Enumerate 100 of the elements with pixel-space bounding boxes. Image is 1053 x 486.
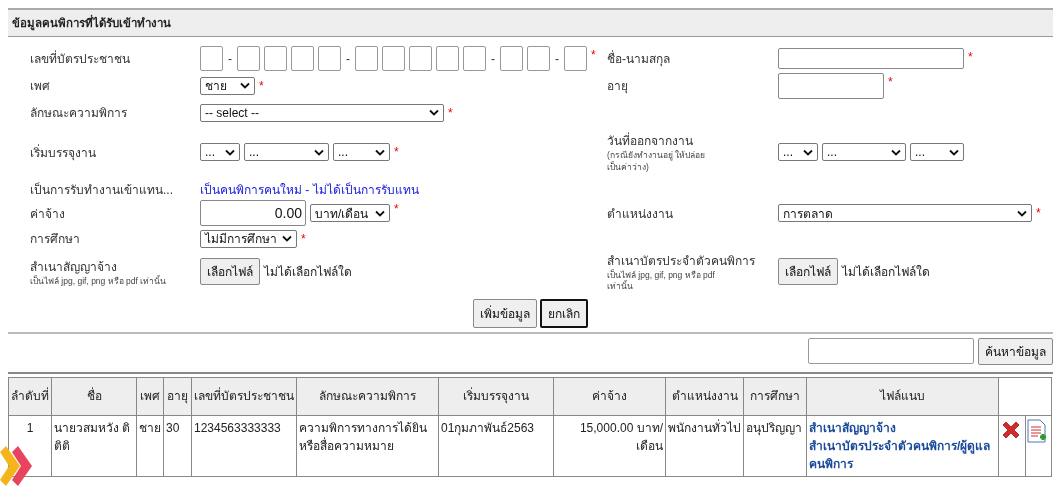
input-field[interactable]: [778, 48, 964, 69]
caret-icon: [375, 209, 385, 217]
caret-icon: [891, 148, 901, 156]
field-label: ชื่อ-นามสกุล: [607, 49, 671, 68]
field-label: วันที่ออกจากงาน: [607, 131, 694, 150]
digit-field[interactable]: [527, 46, 550, 71]
field-label: สำเนาบัตรประจำตัวคนพิการ: [607, 253, 756, 269]
required-mark: *: [1036, 206, 1041, 220]
digit-field[interactable]: [264, 46, 287, 71]
caret-icon: [429, 109, 439, 116]
field-note: เป็นไฟล์ jpg, gif, png หรือ pdf เท่านั้น: [30, 275, 168, 288]
replacement-link[interactable]: เป็นคนพิการคนใหม่ - ไม่ได้เป็นการรับแทน: [200, 179, 419, 199]
table-cell: 01กุมภาพันธ์2563: [438, 415, 554, 477]
separator: -: [490, 51, 496, 66]
digit-field[interactable]: [409, 46, 432, 71]
dropdown[interactable]: ...: [200, 143, 240, 161]
column-header: ตำแหน่งงาน: [665, 377, 744, 416]
field-label: ตำแหน่งงาน: [607, 205, 674, 223]
field-label: เริ่มบรรจุงาน: [30, 143, 97, 162]
table-cell: ชาย: [136, 415, 164, 477]
search-button[interactable]: ค้นหาข้อมูล: [978, 337, 1053, 365]
digit-field[interactable]: [237, 46, 260, 71]
field-label: ค่าจ้าง: [30, 205, 66, 223]
dropdown[interactable]: ...: [822, 143, 906, 161]
digit-field[interactable]: [564, 46, 587, 71]
caret-icon: [949, 148, 959, 156]
column-header: ชื่อ: [51, 377, 137, 416]
field-label: สำเนาสัญญาจ้าง: [30, 258, 118, 275]
search-field[interactable]: [808, 337, 974, 364]
separator: -: [554, 51, 560, 66]
dropdown[interactable]: ไม่มีการศึกษา: [200, 229, 297, 248]
column-header: ลำดับที่: [8, 377, 52, 416]
separator: -: [345, 51, 351, 66]
digit-field[interactable]: [291, 46, 314, 71]
section-title: ข้อมูลคนพิการที่ได้รับเข้าทำงาน: [8, 10, 1053, 37]
field-label: เลขที่บัตรประชาชน: [30, 49, 131, 68]
file-status: ไม่ได้เลือกไฟล์ใด: [842, 264, 930, 282]
table-cell: อนุปริญญา: [743, 415, 807, 477]
required-mark: *: [394, 145, 399, 159]
column-header: เริ่มบรรจุงาน: [438, 377, 554, 416]
dropdown[interactable]: ชาย: [200, 76, 255, 95]
table-cell: พนักงานทั่วไป: [665, 415, 744, 477]
separator: -: [227, 51, 233, 66]
digit-field[interactable]: [200, 46, 223, 71]
dropdown[interactable]: ...: [778, 143, 818, 161]
table-cell: 30: [163, 415, 192, 477]
table-cell: นายวสมหวัง ติติติ: [51, 415, 137, 477]
caret-icon: [314, 148, 324, 156]
input-field[interactable]: [778, 72, 884, 99]
field-label: เพศ: [30, 78, 51, 95]
dropdown[interactable]: ...: [910, 143, 964, 161]
attachment-link[interactable]: สำเนาสัญญาจ้าง: [809, 418, 996, 437]
digit-field[interactable]: [463, 46, 486, 71]
form-button[interactable]: ยกเลิก: [540, 298, 588, 328]
required-mark: *: [259, 78, 264, 93]
input-field[interactable]: 0.00: [200, 200, 306, 226]
column-header: เลขที่บัตรประชาชน: [191, 377, 297, 416]
table-cell: 1234563333333: [191, 415, 297, 477]
required-mark: *: [394, 202, 399, 216]
column-header: ไฟล์แนบ: [806, 377, 999, 416]
dropdown[interactable]: ...: [333, 143, 390, 161]
field-label: เป็นการรับทำงานเข้าแทน...: [30, 181, 174, 199]
table-cell: 15,000.00 บาท/เดือน: [553, 415, 666, 477]
field-note: (กรณียังทำงานอยู่ ให้ปล่อยเป็นค่าว่าง): [607, 150, 707, 173]
table-cell: ความพิการทางการได้ยินหรือสื่อความหมาย: [296, 415, 439, 477]
dropdown[interactable]: -- select --: [200, 103, 444, 122]
choose-file-button[interactable]: เลือกไฟล์: [778, 258, 838, 286]
add-document-icon[interactable]: [1027, 418, 1047, 445]
column-header: ค่าจ้าง: [553, 377, 666, 416]
caret-icon: [803, 148, 813, 156]
field-label: อายุ: [607, 78, 629, 95]
caret-icon: [282, 235, 292, 242]
required-mark: *: [888, 74, 893, 89]
column-header: เพศ: [136, 377, 164, 416]
digit-field[interactable]: [318, 46, 341, 71]
field-note: เป็นไฟล์ jpg, gif, png หรือ pdf เท่านั้น: [607, 270, 716, 293]
digit-field[interactable]: [382, 46, 405, 71]
dropdown[interactable]: การตลาด: [778, 204, 1032, 222]
digit-field[interactable]: [500, 46, 523, 71]
required-mark: *: [448, 105, 453, 120]
choose-file-button[interactable]: เลือกไฟล์: [200, 258, 260, 286]
required-mark: *: [591, 48, 596, 62]
required-mark: *: [301, 231, 306, 246]
column-header: ลักษณะความพิการ: [296, 377, 439, 416]
caret-icon: [225, 148, 235, 156]
caret-icon: [240, 82, 250, 89]
dropdown[interactable]: บาท/เดือน: [310, 204, 390, 222]
form-button[interactable]: เพิ่มข้อมูล: [473, 298, 537, 328]
required-mark: *: [968, 50, 973, 64]
caret-icon: [375, 148, 385, 156]
attachment-link[interactable]: สำเนาบัตรประจำตัวคนพิการ/ผู้ดูแลคนพิการ: [809, 436, 996, 473]
file-status: ไม่ได้เลือกไฟล์ใด: [264, 264, 352, 282]
digit-field[interactable]: [355, 46, 378, 71]
digit-field[interactable]: [436, 46, 459, 71]
field-label: ลักษณะความพิการ: [30, 105, 128, 122]
column-header: อายุ: [163, 377, 192, 416]
column-header: การศึกษา: [743, 377, 807, 416]
caret-icon: [1017, 209, 1027, 217]
field-label: การศึกษา: [30, 231, 81, 248]
dropdown[interactable]: ...: [244, 143, 329, 161]
